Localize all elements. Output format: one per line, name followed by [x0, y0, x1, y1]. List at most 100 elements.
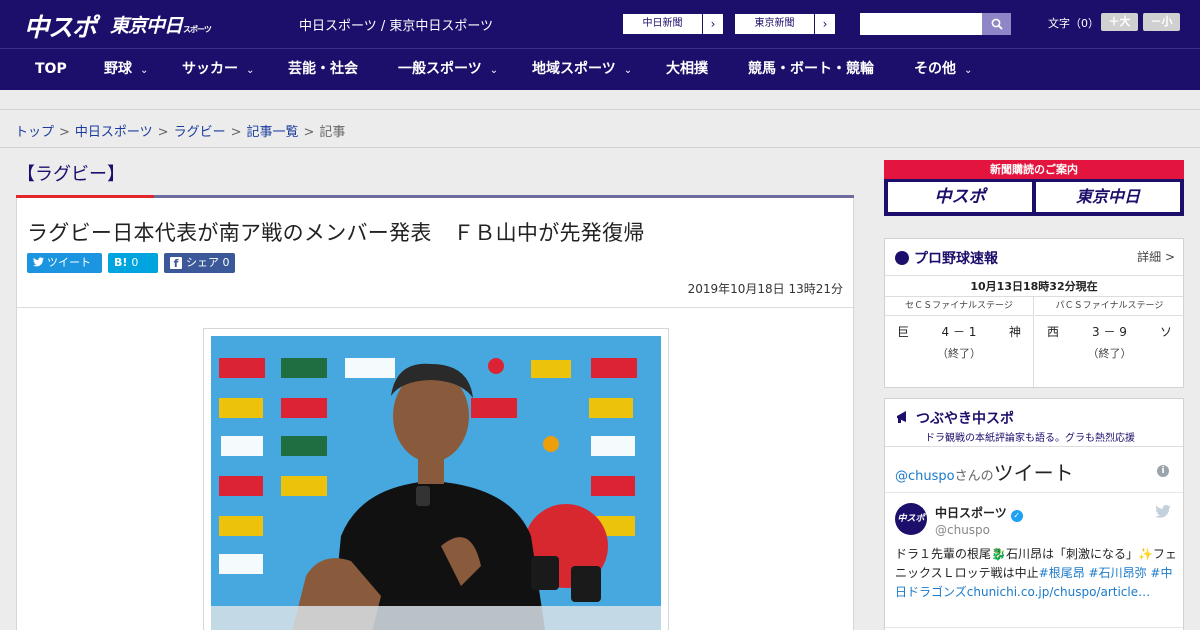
away-team: 神: [1008, 325, 1021, 339]
tweet-author-name-text: 中日スポーツ: [935, 506, 1007, 520]
facebook-share-label: シェア: [186, 256, 219, 269]
font-larger-button[interactable]: ＋大: [1101, 13, 1138, 31]
baseball-timestamp: 10月13日18時32分現在: [885, 275, 1183, 297]
nav-item-regional-sports-label: 地域スポーツ: [532, 61, 616, 77]
tweets-divider: [885, 446, 1183, 447]
chuspo-logo[interactable]: 中スポ: [24, 8, 97, 44]
tweet-button[interactable]: ツイート: [27, 253, 102, 273]
facebook-share-button[interactable]: f シェア 0: [164, 253, 235, 273]
chunichi-shimbun-link[interactable]: 中日新聞 ›: [622, 13, 724, 35]
chevron-down-icon: ⌄: [623, 65, 633, 76]
article-photo-frame: [203, 328, 669, 630]
breadcrumb-rugby[interactable]: ラグビー: [174, 125, 226, 140]
twitter-bird-icon[interactable]: [1155, 504, 1171, 522]
nav-item-sumo-label: 大相撲: [666, 61, 708, 77]
font-smaller-button[interactable]: －小: [1143, 13, 1180, 31]
article-date: 2019年10月18日 13時21分: [687, 282, 843, 296]
breadcrumb-chuspo[interactable]: 中日スポーツ: [75, 125, 153, 140]
tokyo-chunichi-logo-small: スポーツ: [183, 25, 212, 34]
nav-item-top[interactable]: TOP: [35, 49, 67, 90]
breadcrumb-separator: >: [230, 125, 242, 140]
chevron-right-icon: ›: [822, 17, 828, 31]
tweet-text: ドラ１先輩の根尾🐉石川昂は「刺激になる」✨フェニックスＬロッテ戦は中止#根尾昂 …: [895, 545, 1177, 602]
baseball-icon: [895, 251, 909, 265]
nav-item-other-label: その他: [914, 61, 956, 77]
subscribe-tokyo-chunichi-button[interactable]: 東京中日: [1036, 182, 1180, 212]
article-photo[interactable]: [211, 336, 661, 630]
twitter-bird-icon: [33, 257, 44, 267]
site-links[interactable]: 中日スポーツ / 東京中日スポーツ: [299, 15, 493, 34]
facebook-share-count: 0: [222, 256, 230, 269]
tweet-author-handle[interactable]: @chuspo: [935, 523, 990, 537]
baseball-game-central[interactable]: セＣＳファイナルステージ 巨 4 － 1 神 （終了）: [885, 297, 1034, 387]
nav-item-entertainment[interactable]: 芸能・社会: [288, 49, 358, 90]
game-score-row: 西 3 － 9 ソ: [1047, 323, 1172, 340]
home-team: 西: [1047, 325, 1060, 339]
breadcrumb-top[interactable]: トップ: [15, 125, 54, 140]
nav-item-general-sports[interactable]: 一般スポーツ ⌄: [398, 49, 498, 90]
nav-item-baseball[interactable]: 野球 ⌄: [104, 49, 148, 90]
nav-item-entertainment-label: 芸能・社会: [288, 61, 358, 77]
timeline-title: @chuspoさんのツイート: [895, 457, 1074, 486]
nav-item-top-label: TOP: [35, 61, 67, 77]
game-stage: セＣＳファイナルステージ: [885, 297, 1033, 316]
baseball-widget-title: プロ野球速報: [895, 248, 998, 268]
nav-item-sumo[interactable]: 大相撲: [666, 49, 708, 90]
subscribe-chuspo-button[interactable]: 中スポ: [888, 182, 1032, 212]
score: 4 － 1: [941, 325, 977, 339]
tokyo-shimbun-link[interactable]: 東京新聞 ›: [734, 13, 836, 35]
article-card: ラグビー日本代表が南ア戦のメンバー発表 ＦＢ山中が先発復帰 ツイート B! 0 f…: [16, 198, 855, 630]
tweet-link[interactable]: chunichi.co.jp/chuspo/article…: [967, 585, 1150, 599]
site-header: 中スポ 東京中日スポーツ 中日スポーツ / 東京中日スポーツ 中日新聞 › 東京…: [0, 0, 1200, 48]
hatena-bookmark-button[interactable]: B! 0: [108, 253, 158, 273]
category-title: 【ラグビー】: [17, 164, 125, 185]
timeline-title-suffix: さんの: [954, 469, 994, 484]
chevron-down-icon: ⌄: [964, 65, 973, 76]
ad-spacer: [0, 90, 1200, 110]
breadcrumb-separator: >: [303, 125, 315, 140]
press-conference-photo: [211, 336, 661, 630]
hatena-icon: B!: [114, 256, 128, 269]
game-stage: パＣＳファイナルステージ: [1035, 297, 1184, 316]
away-team: ソ: [1159, 325, 1172, 339]
tweet-divider: [885, 627, 1183, 628]
avatar[interactable]: 中スポ: [895, 503, 927, 535]
tokyo-shimbun-label: 東京新聞: [735, 14, 815, 34]
tokyo-chunichi-logo[interactable]: 東京中日スポーツ: [110, 11, 212, 38]
chevron-down-icon: ⌄: [246, 65, 255, 76]
article-divider: [17, 307, 855, 308]
info-icon[interactable]: i: [1157, 465, 1169, 477]
nav-item-racing-label: 競馬・ボート・競輪: [748, 61, 874, 77]
nav-item-soccer-label: サッカー: [182, 61, 238, 77]
subscription-promo-title: 新聞購読のご案内: [884, 160, 1184, 179]
search-input[interactable]: [860, 13, 982, 35]
timeline-handle-link[interactable]: @chuspo: [895, 469, 955, 484]
nav-item-racing[interactable]: 競馬・ボート・競輪: [748, 49, 874, 90]
breadcrumb-separator: >: [157, 125, 169, 140]
baseball-scores-widget: プロ野球速報 詳細 > 10月13日18時32分現在 セＣＳファイナルステージ …: [884, 238, 1184, 388]
nav-item-regional-sports[interactable]: 地域スポーツ ⌄: [532, 49, 632, 90]
breadcrumb: トップ > 中日スポーツ > ラグビー > 記事一覧 > 記事: [15, 121, 345, 140]
article-headline: ラグビー日本代表が南ア戦のメンバー発表 ＦＢ山中が先発復帰: [27, 221, 645, 245]
tweets-widget-title: つぶやき中スポ: [895, 408, 1014, 428]
verified-icon: ✓: [1010, 510, 1023, 522]
baseball-widget-title-text: プロ野球速報: [914, 251, 998, 267]
breadcrumb-separator: >: [59, 125, 70, 140]
tweets-widget: つぶやき中スポ ドラ観戦の本紙評論家も語る。グラも熱烈応援 @chuspoさんの…: [884, 398, 1184, 630]
search-button[interactable]: [982, 13, 1011, 35]
breadcrumb-article-list[interactable]: 記事一覧: [247, 125, 299, 140]
chevron-right-icon: ›: [710, 17, 716, 31]
game-status: （終了）: [1087, 347, 1132, 360]
facebook-icon: f: [170, 257, 182, 270]
nav-item-other[interactable]: その他 ⌄: [914, 49, 972, 90]
tweet-button-label: ツイート: [47, 256, 91, 269]
nav-item-soccer[interactable]: サッカー ⌄: [182, 49, 254, 90]
main-nav: TOP 野球 ⌄ サッカー ⌄ 芸能・社会 一般スポーツ ⌄ 地域スポーツ ⌄ 大相撲 …: [0, 48, 1200, 90]
megaphone-icon: [897, 411, 906, 423]
baseball-game-pacific[interactable]: パＣＳファイナルステージ 西 3 － 9 ソ （終了）: [1035, 297, 1184, 387]
home-team: 巨: [897, 325, 910, 339]
tweet-author-name[interactable]: 中日スポーツ ✓: [935, 504, 1023, 522]
tokyo-chunichi-logo-text[interactable]: 東京中日: [110, 15, 183, 37]
nav-item-general-sports-label: 一般スポーツ: [398, 61, 482, 77]
baseball-detail-link[interactable]: 詳細 >: [1137, 248, 1175, 265]
